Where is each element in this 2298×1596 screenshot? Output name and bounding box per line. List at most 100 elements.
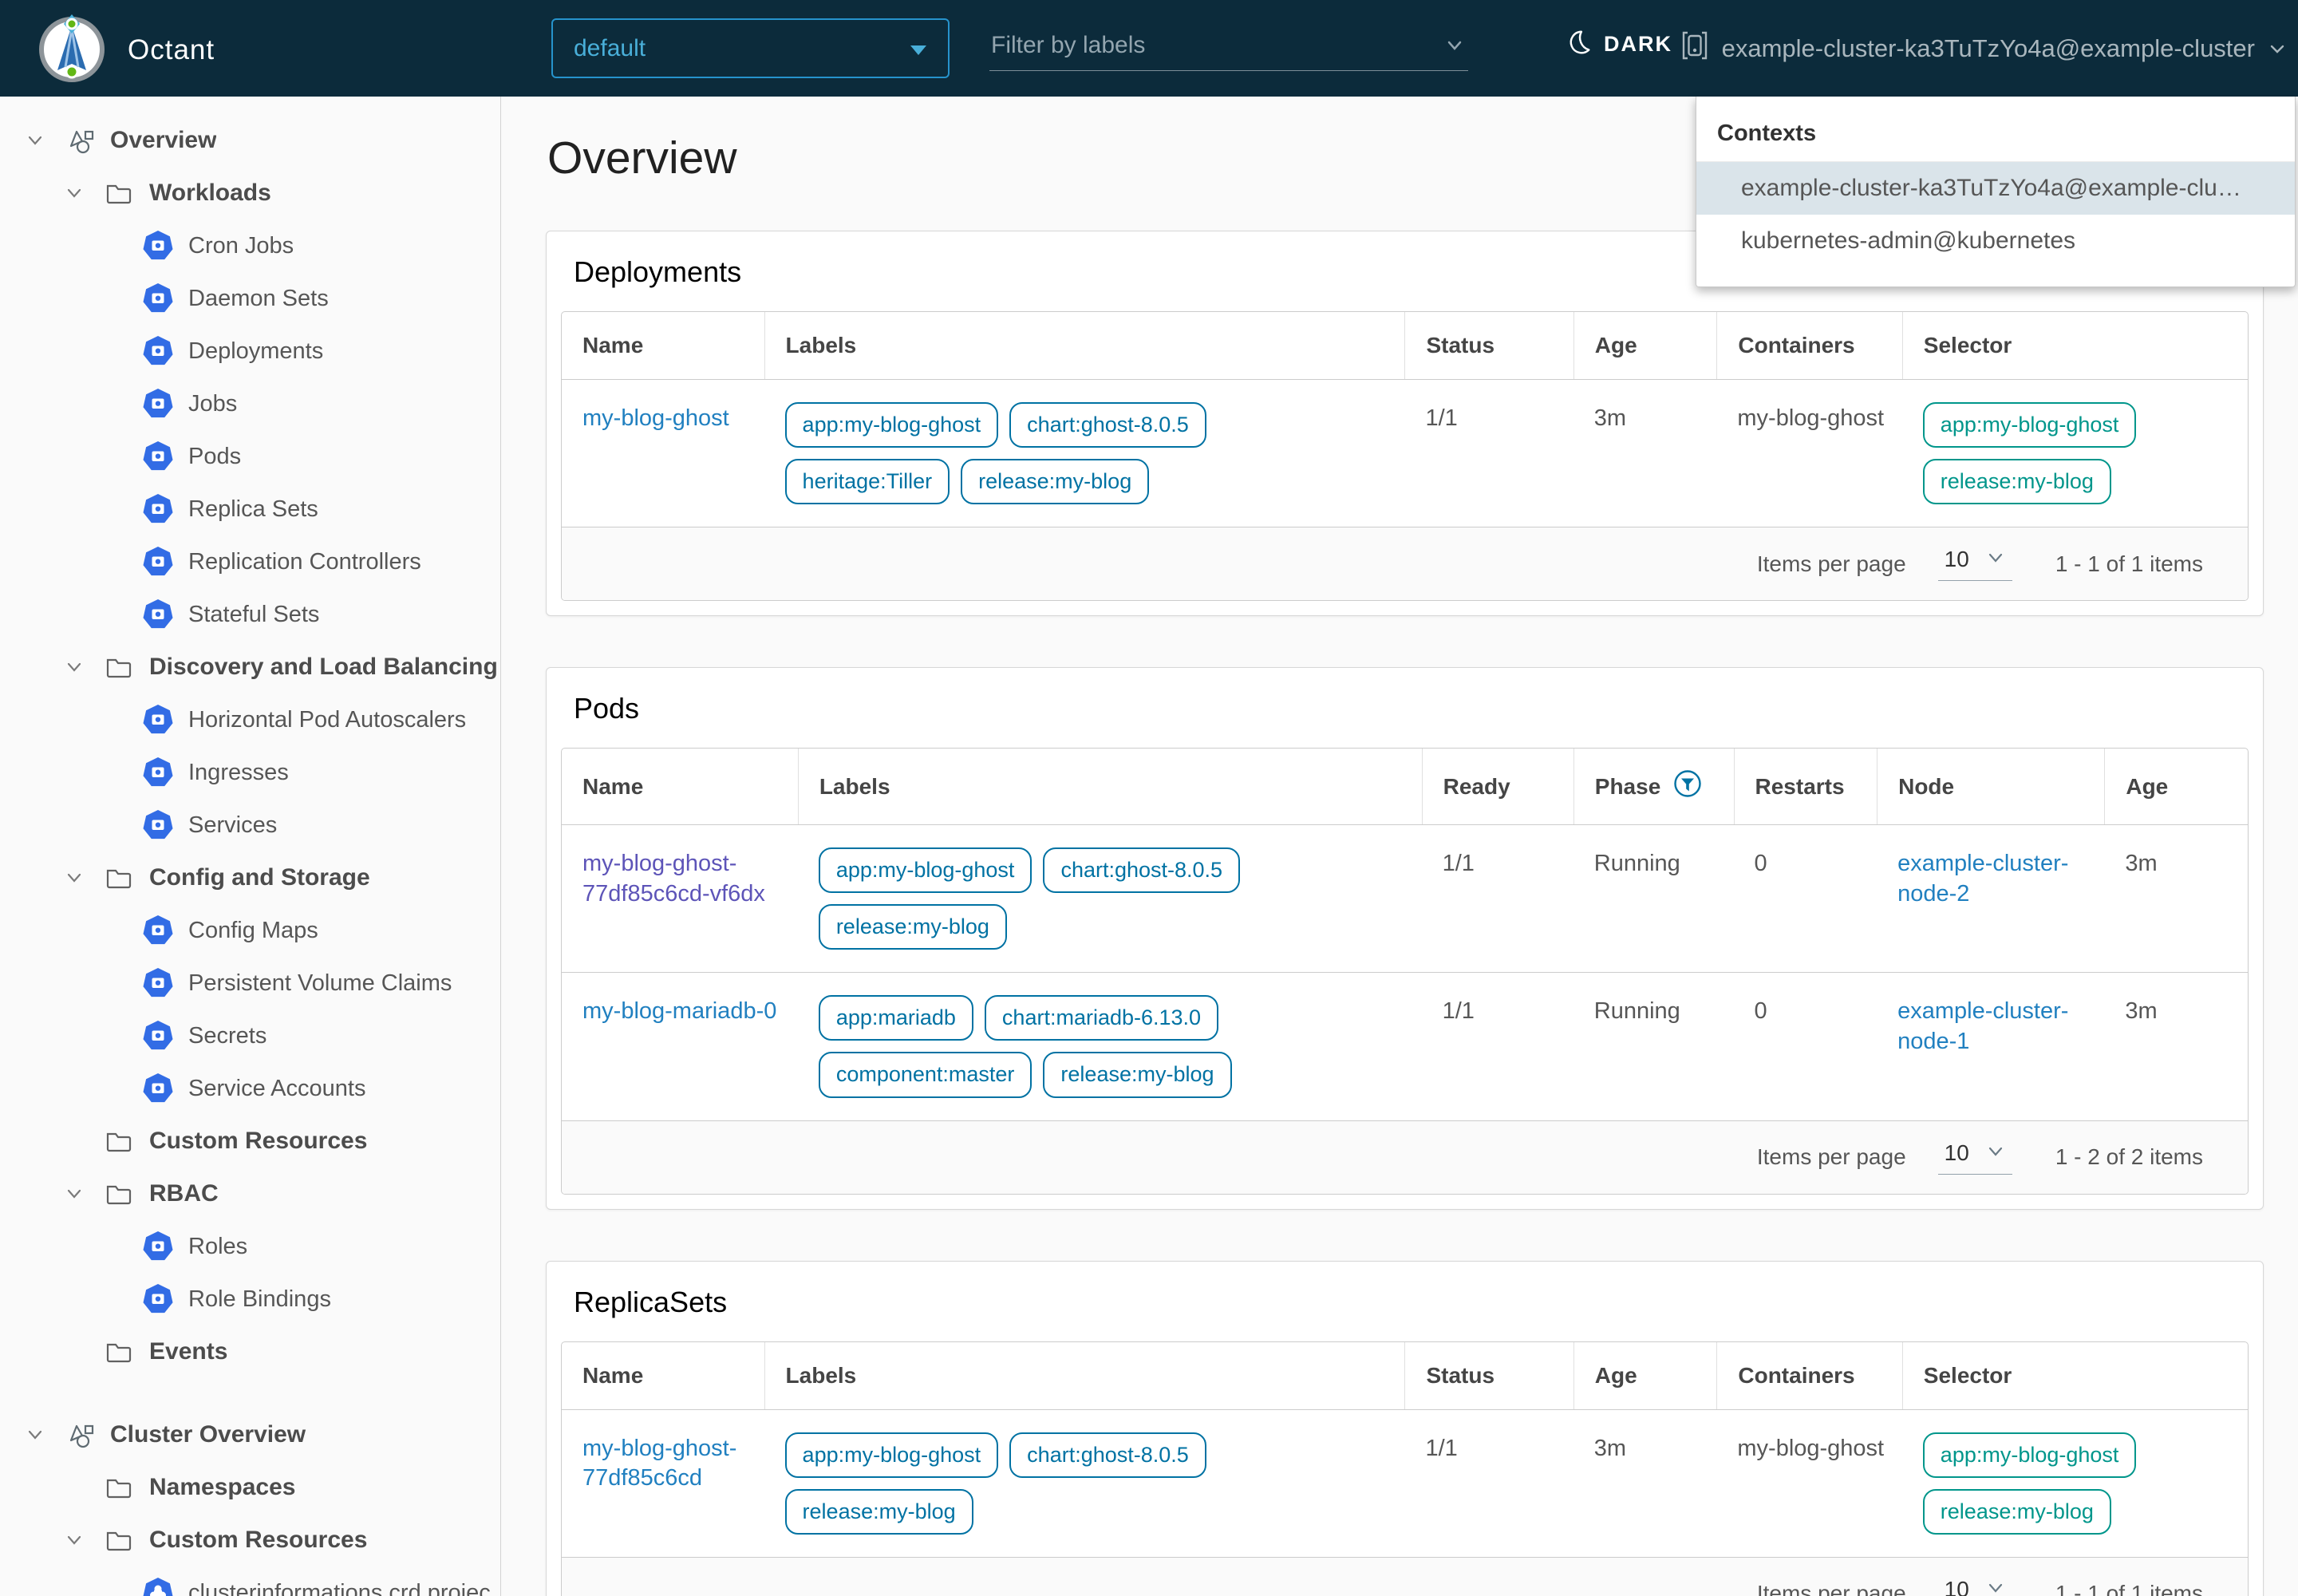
- column-header-label: Name: [582, 1363, 643, 1389]
- replicasets-table: NameLabelsStatusAgeContainersSelectormy-…: [561, 1341, 2249, 1596]
- cell-labels: app:my-blog-ghostchart:ghost-8.0.5herita…: [764, 380, 1405, 527]
- sidebar-item-label: Custom Resources: [149, 1527, 367, 1554]
- chevron-down-icon[interactable]: [57, 1530, 92, 1551]
- column-header-name: Name: [562, 1342, 764, 1409]
- column-header-containers: Containers: [1716, 1342, 1901, 1409]
- chevron-down-icon[interactable]: [18, 1424, 53, 1445]
- sidebar-item-daemon-sets[interactable]: Daemon Sets: [0, 272, 500, 325]
- cell-selector: app:my-blog-ghostrelease:my-blog: [1902, 1410, 2248, 1557]
- context-trigger[interactable]: example-cluster-ka3TuTzYo4a@example-clus…: [1680, 30, 2287, 67]
- label-tag: release:my-blog: [961, 459, 1149, 504]
- sidebar-item-persistent-volume-claims[interactable]: Persistent Volume Claims: [0, 957, 500, 1009]
- sidebar-item-rbac[interactable]: RBAC: [0, 1167, 500, 1220]
- name-link[interactable]: my-blog-ghost: [582, 402, 752, 434]
- cell-value: 1/1: [1443, 995, 1561, 1027]
- items-per-page-select[interactable]: 10: [1938, 547, 2012, 581]
- filter-by-labels-input[interactable]: [989, 24, 1468, 71]
- column-header-label: Age: [1595, 333, 1637, 358]
- sidebar-item-replication-controllers[interactable]: Replication Controllers: [0, 535, 500, 588]
- theme-toggle[interactable]: DARK: [1566, 29, 1672, 60]
- sidebar-item-horizontal-pod-autoscalers[interactable]: Horizontal Pod Autoscalers: [0, 693, 500, 746]
- column-header-label: Name: [582, 774, 643, 800]
- items-per-page-select[interactable]: 10: [1938, 1140, 2012, 1175]
- sidebar-item-label: Secrets: [188, 1023, 267, 1049]
- namespaces-folder-icon: [101, 1475, 136, 1500]
- node-link[interactable]: example-cluster-node-1: [1897, 995, 2091, 1057]
- brand: Octant: [37, 11, 215, 89]
- sidebar-item-label: Pods: [188, 444, 241, 470]
- cell-value: 0: [1755, 995, 1865, 1027]
- replicasets-table-footer: Items per page101 - 1 of 1 items: [562, 1557, 2248, 1596]
- node-link[interactable]: example-cluster-node-2: [1897, 847, 2091, 909]
- sidebar-item-config-and-storage[interactable]: Config and Storage: [0, 851, 500, 904]
- cell-node: example-cluster-node-1: [1877, 973, 2104, 1120]
- sidebar-item-ingresses[interactable]: Ingresses: [0, 746, 500, 799]
- sidebar-item-secrets[interactable]: Secrets: [0, 1009, 500, 1062]
- persistent-volume-claims-icon: [140, 967, 176, 999]
- sidebar-item-deployments[interactable]: Deployments: [0, 325, 500, 377]
- namespace-select[interactable]: default: [551, 18, 950, 78]
- sidebar-item-role-bindings[interactable]: Role Bindings: [0, 1273, 500, 1325]
- items-per-page-select[interactable]: 10: [1938, 1577, 2012, 1596]
- section-title-replicasets: ReplicaSets: [574, 1286, 2249, 1319]
- cell-labels: app:my-blog-ghostchart:ghost-8.0.5releas…: [798, 825, 1422, 972]
- clusterinformations-crd-icon: [140, 1577, 176, 1596]
- sidebar-item-replica-sets[interactable]: Replica Sets: [0, 483, 500, 535]
- sidebar-item-clusterinformations-crd-projec[interactable]: clusterinformations.crd.projec: [0, 1566, 500, 1596]
- column-header-label: Labels: [786, 333, 857, 358]
- sidebar-item-pods[interactable]: Pods: [0, 430, 500, 483]
- column-header-phase: Phase: [1573, 749, 1734, 824]
- sidebar-item-workloads[interactable]: Workloads: [0, 167, 500, 219]
- pagination-range: 1 - 1 of 1 items: [2055, 1581, 2203, 1596]
- context-menu-item[interactable]: kubernetes-admin@kubernetes: [1696, 215, 2295, 267]
- chevron-down-icon[interactable]: [57, 183, 92, 203]
- sidebar-item-services[interactable]: Services: [0, 799, 500, 851]
- chevron-down-icon[interactable]: [57, 867, 92, 888]
- service-accounts-icon: [140, 1073, 176, 1104]
- table-row: my-blog-ghost-77df85c6cdapp:my-blog-ghos…: [562, 1409, 2248, 1557]
- sidebar-item-custom-resources[interactable]: Custom Resources: [0, 1514, 500, 1566]
- sidebar-item-custom-resources[interactable]: Custom Resources: [0, 1115, 500, 1167]
- name-link[interactable]: my-blog-mariadb-0: [582, 995, 785, 1027]
- sidebar-item-label: Events: [149, 1338, 227, 1365]
- filter-icon[interactable]: [1673, 769, 1702, 804]
- name-link[interactable]: my-blog-ghost-77df85c6cd-vf6dx: [582, 847, 785, 909]
- sidebar-item-events[interactable]: Events: [0, 1325, 500, 1378]
- chevron-down-icon[interactable]: [57, 1183, 92, 1204]
- sidebar-item-cluster-overview[interactable]: Cluster Overview: [0, 1408, 500, 1461]
- sidebar-item-label: Roles: [188, 1234, 247, 1260]
- cell-labels: app:my-blog-ghostchart:ghost-8.0.5releas…: [764, 1410, 1405, 1557]
- name-link[interactable]: my-blog-ghost-77df85c6cd: [582, 1432, 752, 1494]
- sidebar-item-discovery-and-load-balancing[interactable]: Discovery and Load Balancing: [0, 641, 500, 693]
- sidebar-item-label: Cron Jobs: [188, 233, 294, 259]
- cell-restarts: 0: [1734, 973, 1877, 1120]
- chevron-down-icon[interactable]: [57, 657, 92, 678]
- filter-chevron-icon[interactable]: [1443, 34, 1467, 61]
- sidebar-item-overview[interactable]: Overview: [0, 114, 500, 167]
- pods-table: NameLabelsReadyPhaseRestartsNodeAgemy-bl…: [561, 748, 2249, 1194]
- events-folder-icon: [101, 1339, 136, 1365]
- sidebar-item-stateful-sets[interactable]: Stateful Sets: [0, 588, 500, 641]
- pagination-range: 1 - 2 of 2 items: [2055, 1144, 2203, 1170]
- sidebar-item-cron-jobs[interactable]: Cron Jobs: [0, 219, 500, 272]
- column-header-label: Labels: [786, 1363, 857, 1389]
- sidebar-item-namespaces[interactable]: Namespaces: [0, 1461, 500, 1514]
- chevron-down-icon[interactable]: [18, 130, 53, 151]
- column-header-containers: Containers: [1716, 312, 1901, 379]
- namespace-value: default: [574, 35, 646, 62]
- config-maps-icon: [140, 915, 176, 946]
- sidebar-item-label: Workloads: [149, 180, 271, 207]
- sidebar-item-config-maps[interactable]: Config Maps: [0, 904, 500, 957]
- cluster-overview-icon: [62, 1420, 97, 1449]
- context-menu-item[interactable]: example-cluster-ka3TuTzYo4a@example-clu…: [1696, 162, 2295, 215]
- label-tag: chart:mariadb-6.13.0: [985, 995, 1218, 1041]
- top-bar: Octant default DARK example-: [0, 0, 2298, 97]
- sidebar-item-roles[interactable]: Roles: [0, 1220, 500, 1273]
- column-header-restarts: Restarts: [1734, 749, 1877, 824]
- column-header-label: Phase: [1595, 774, 1661, 800]
- cell-status: 1/1: [1404, 380, 1573, 527]
- sidebar-item-jobs[interactable]: Jobs: [0, 377, 500, 430]
- sidebar-item-service-accounts[interactable]: Service Accounts: [0, 1062, 500, 1115]
- sidebar-item-label: Stateful Sets: [188, 602, 319, 628]
- sidebar-item-label: Replica Sets: [188, 496, 318, 523]
